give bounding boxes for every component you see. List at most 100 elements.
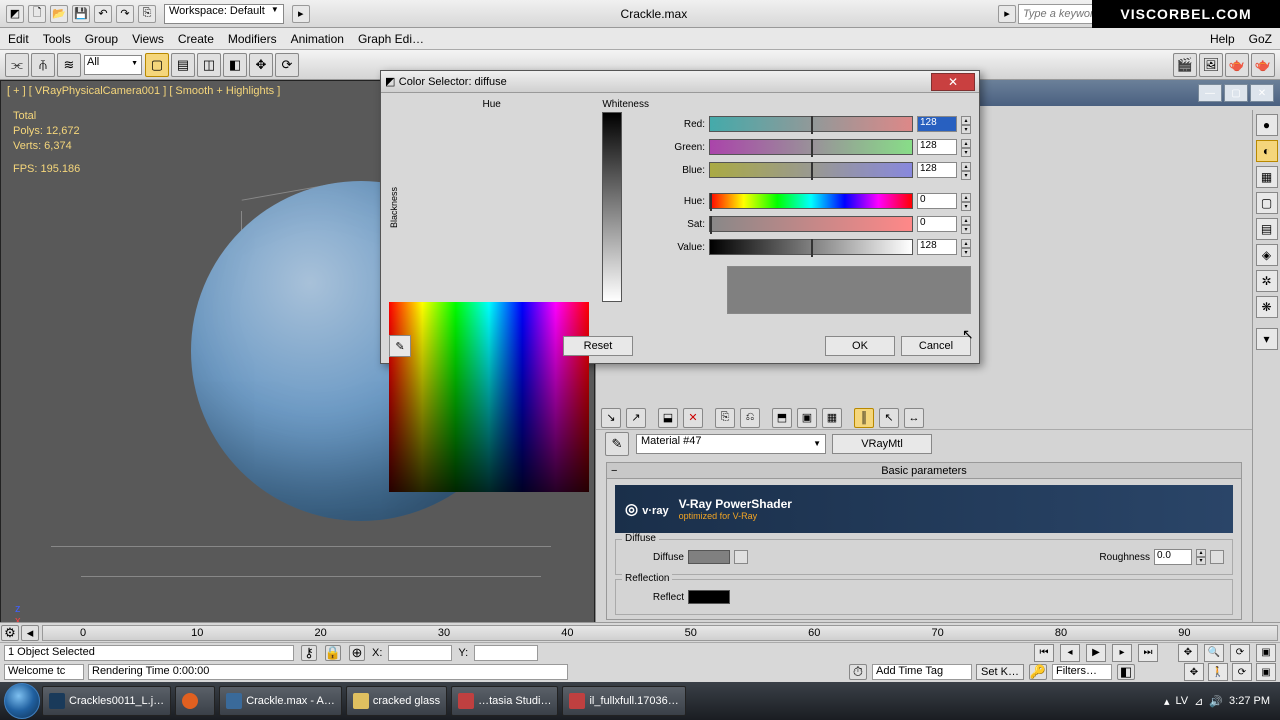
prev-frame-icon[interactable]: ◂	[1060, 644, 1080, 662]
mat-map-nav-icon[interactable]: ❋	[1256, 296, 1278, 318]
menu-modifiers[interactable]: Modifiers	[228, 32, 277, 46]
hue-picker[interactable]	[389, 302, 589, 492]
backlight-icon[interactable]: ◐	[1256, 140, 1278, 162]
ok-button[interactable]: OK	[825, 336, 895, 356]
move-icon[interactable]: ✥	[249, 53, 273, 77]
reset-button[interactable]: Reset	[563, 336, 633, 356]
color-selector-titlebar[interactable]: ◩ Color Selector: diffuse ✕	[381, 71, 979, 93]
viewport-label[interactable]: [ + ] [ VRayPhysicalCamera001 ] [ Smooth…	[7, 85, 280, 97]
diffuse-swatch[interactable]	[688, 550, 730, 564]
nav2-max-icon[interactable]: ▣	[1256, 663, 1276, 681]
expand-icon[interactable]: ▸	[292, 5, 310, 23]
red-input[interactable]: 128	[917, 116, 957, 132]
task-item[interactable]: il_fullxfull.17036…	[562, 686, 685, 716]
minimize-icon[interactable]: ―	[1198, 84, 1222, 102]
nav-orbit-icon[interactable]: ⟳	[1230, 644, 1250, 662]
rotate-icon[interactable]: ⟳	[275, 53, 299, 77]
play-icon[interactable]: ▶	[1086, 644, 1106, 662]
menu-create[interactable]: Create	[178, 32, 214, 46]
nav-max-icon[interactable]: ▣	[1256, 644, 1276, 662]
close-icon[interactable]: ✕	[1250, 84, 1274, 102]
task-item[interactable]: Crackles0011_L.j…	[42, 686, 171, 716]
menu-group[interactable]: Group	[85, 32, 118, 46]
select-link-icon[interactable]: ⫘	[5, 53, 29, 77]
value-input[interactable]: 128	[917, 239, 957, 255]
add-time-tag-button[interactable]: Add Time Tag	[872, 664, 972, 680]
blue-spinner[interactable]: ▴▾	[961, 162, 971, 178]
quick-render-icon[interactable]: 🫖	[1251, 53, 1275, 77]
hue-input[interactable]: 0	[917, 193, 957, 209]
lock2-icon[interactable]: 🔒	[325, 645, 341, 661]
timeline-config-icon[interactable]: ⚙	[1, 625, 19, 641]
roughness-map-button[interactable]	[1210, 550, 1224, 564]
bind-icon[interactable]: ≋	[57, 53, 81, 77]
green-slider[interactable]	[709, 139, 913, 155]
video-color-icon[interactable]: ▤	[1256, 218, 1278, 240]
options-icon[interactable]: ◈	[1256, 244, 1278, 266]
task-item[interactable]	[175, 686, 215, 716]
goto-start-icon[interactable]: ⏮	[1034, 644, 1054, 662]
windows-taskbar[interactable]: Crackles0011_L.j… Crackle.max - A… crack…	[0, 682, 1280, 720]
roughness-input[interactable]: 0.0	[1154, 549, 1192, 565]
lock-icon[interactable]: ⚷	[301, 645, 317, 661]
render-frame-icon[interactable]: 🖼	[1199, 53, 1223, 77]
nav-zoom-icon[interactable]: 🔍	[1204, 644, 1224, 662]
save-icon[interactable]: 💾	[72, 5, 90, 23]
value-slider[interactable]	[709, 239, 913, 255]
timeline[interactable]: ⚙ ◂ 0 10 20 30 40 50 60 70 80 90	[0, 622, 1280, 642]
key-mode-icon[interactable]: ◧	[1117, 664, 1135, 680]
help-nav-icon[interactable]: ▸	[998, 5, 1016, 23]
next-frame-icon[interactable]: ▸	[1112, 644, 1132, 662]
green-input[interactable]: 128	[917, 139, 957, 155]
sample-uv-icon[interactable]: ▢	[1256, 192, 1278, 214]
roughness-spinner[interactable]: ▴▾	[1196, 549, 1206, 565]
tray-up-icon[interactable]: ▴	[1164, 695, 1170, 708]
sat-spinner[interactable]: ▴▾	[961, 216, 971, 232]
menu-graph[interactable]: Graph Edi…	[358, 32, 424, 46]
nav2-pan-icon[interactable]: ✥	[1184, 663, 1204, 681]
clock[interactable]: 3:27 PM	[1229, 695, 1270, 707]
selection-filter-select[interactable]: All	[84, 55, 142, 75]
maximize-icon[interactable]: ▢	[1224, 84, 1248, 102]
render-setup-icon[interactable]: 🎬	[1173, 53, 1197, 77]
select-region-icon[interactable]: ◫	[197, 53, 221, 77]
redo-icon[interactable]: ↷	[116, 5, 134, 23]
goto-end-icon[interactable]: ⏭	[1138, 644, 1158, 662]
open-icon[interactable]: 📂	[50, 5, 68, 23]
set-key-button[interactable]: Set K…	[976, 664, 1024, 680]
timeline-ruler[interactable]: 0 10 20 30 40 50 60 70 80 90	[42, 625, 1278, 641]
x-coord-input[interactable]	[388, 645, 452, 661]
red-slider[interactable]	[709, 116, 913, 132]
menu-tools[interactable]: Tools	[43, 32, 71, 46]
key-filters-button[interactable]: Filters…	[1052, 664, 1112, 680]
menu-views[interactable]: Views	[132, 32, 164, 46]
system-tray[interactable]: ▴ LV ⊿ 🔊 3:27 PM	[1164, 695, 1276, 708]
menu-goz[interactable]: GoZ	[1249, 32, 1272, 46]
hue-slider[interactable]	[709, 193, 913, 209]
sample-sphere-icon[interactable]: ●	[1256, 114, 1278, 136]
sat-slider[interactable]	[709, 216, 913, 232]
diffuse-map-button[interactable]	[734, 550, 748, 564]
unlink-icon[interactable]: ⫚	[31, 53, 55, 77]
nav2-walk-icon[interactable]: 🚶	[1208, 663, 1228, 681]
nav2-orbit-icon[interactable]: ⟳	[1232, 663, 1252, 681]
select-name-icon[interactable]: ▤	[171, 53, 195, 77]
checker-icon[interactable]: ▦	[1256, 166, 1278, 188]
reflect-swatch[interactable]	[688, 590, 730, 604]
teapot-icon[interactable]: 🫖	[1225, 53, 1249, 77]
cancel-button[interactable]: Cancel	[901, 336, 971, 356]
whiteness-slider[interactable]	[602, 112, 622, 302]
key-icon[interactable]: 🔑	[1029, 664, 1047, 680]
task-item[interactable]: Crackle.max - A…	[219, 686, 342, 716]
menu-help[interactable]: Help	[1210, 32, 1235, 46]
nav-pan-icon[interactable]: ✥	[1178, 644, 1198, 662]
undo-icon[interactable]: ↶	[94, 5, 112, 23]
task-item[interactable]: …tasia Studi…	[451, 686, 558, 716]
window-crossing-icon[interactable]: ◧	[223, 53, 247, 77]
new-icon[interactable]: 🗋	[28, 5, 46, 23]
slot-3x2-icon[interactable]: ▾	[1256, 328, 1278, 350]
menu-animation[interactable]: Animation	[291, 32, 344, 46]
select-by-mat-icon[interactable]: ✲	[1256, 270, 1278, 292]
red-spinner[interactable]: ▴▾	[961, 116, 971, 132]
eyedropper-icon[interactable]: ✎	[389, 335, 411, 357]
